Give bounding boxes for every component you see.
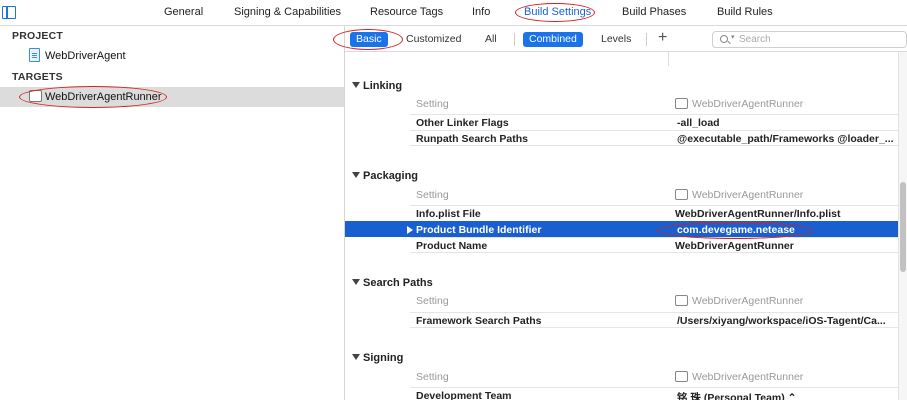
setting-value[interactable]: WebDriverAgentRunner/Info.plist bbox=[675, 208, 895, 220]
setting-row-product-bundle-identifier[interactable]: Product Bundle Identifier com.devegame.n… bbox=[345, 221, 898, 237]
project-section-header: PROJECT bbox=[12, 30, 63, 42]
annotation-circle-basic bbox=[333, 29, 403, 50]
setting-column-header: Setting bbox=[416, 295, 449, 307]
project-item-label: WebDriverAgent bbox=[45, 50, 126, 62]
scrollbar-thumb[interactable] bbox=[900, 182, 906, 272]
section-signing-title: Signing bbox=[363, 352, 404, 364]
setting-value[interactable]: WebDriverAgentRunner bbox=[675, 240, 895, 252]
target-folder-icon bbox=[675, 189, 688, 200]
target-column-header: WebDriverAgentRunner bbox=[692, 295, 804, 307]
view-separator bbox=[646, 33, 647, 46]
target-folder-icon bbox=[675, 98, 688, 109]
setting-key: Product Bundle Identifier bbox=[416, 224, 542, 236]
signing-header-row: Setting WebDriverAgentRunner bbox=[410, 368, 898, 386]
annotation-circle-target bbox=[19, 86, 167, 108]
setting-key: Runpath Search Paths bbox=[416, 133, 529, 145]
view-combined-button[interactable]: Combined bbox=[523, 32, 583, 47]
setting-value[interactable]: @executable_path/Frameworks @loader_... bbox=[677, 133, 897, 145]
filter-all-button[interactable]: All bbox=[485, 32, 497, 47]
team-popup-button[interactable]: 铭 珠 (Personal Team) ⌃ bbox=[677, 390, 897, 400]
search-icon bbox=[720, 35, 728, 43]
setting-column-header: Setting bbox=[416, 98, 449, 110]
setting-value[interactable]: -all_load bbox=[677, 117, 897, 129]
project-navigator: PROJECT WebDriverAgent TARGETS WebDriver… bbox=[0, 26, 345, 400]
target-folder-icon bbox=[675, 371, 688, 382]
setting-key: Product Name bbox=[416, 240, 488, 252]
target-column-header: WebDriverAgentRunner bbox=[692, 189, 804, 201]
setting-row-product-name[interactable]: Product Name WebDriverAgentRunner bbox=[410, 237, 898, 253]
section-signing[interactable]: Signing bbox=[352, 352, 403, 364]
column-divider bbox=[668, 52, 669, 66]
disclosure-triangle-icon bbox=[352, 279, 360, 285]
vertical-scrollbar[interactable] bbox=[898, 52, 907, 400]
section-packaging-title: Packaging bbox=[363, 170, 419, 182]
section-search-paths-title: Search Paths bbox=[363, 277, 433, 289]
disclosure-triangle-icon bbox=[352, 354, 360, 360]
setting-key: Framework Search Paths bbox=[416, 315, 542, 327]
section-search-paths[interactable]: Search Paths bbox=[352, 277, 433, 289]
tab-resource-tags[interactable]: Resource Tags bbox=[370, 6, 443, 18]
section-packaging[interactable]: Packaging bbox=[352, 170, 418, 182]
filter-customized-button[interactable]: Customized bbox=[406, 32, 461, 47]
add-setting-button[interactable]: + bbox=[658, 29, 667, 47]
search-field[interactable]: ▾ Search bbox=[712, 31, 907, 48]
setting-row-framework-search-paths[interactable]: Framework Search Paths /Users/xiyang/wor… bbox=[410, 312, 898, 328]
setting-row-runpath-search-paths[interactable]: Runpath Search Paths @executable_path/Fr… bbox=[410, 130, 898, 146]
section-linking-title: Linking bbox=[363, 80, 403, 92]
tab-general[interactable]: General bbox=[164, 6, 203, 18]
annotation-circle-build-settings bbox=[515, 3, 595, 22]
search-placeholder: Search bbox=[739, 34, 771, 45]
setting-key: Info.plist File bbox=[416, 208, 481, 220]
chevron-down-icon: ▾ bbox=[731, 34, 735, 41]
tab-signing-capabilities[interactable]: Signing & Capabilities bbox=[234, 6, 341, 18]
setting-value[interactable]: /Users/xiyang/workspace/iOS-Tagent/Ca... bbox=[677, 315, 897, 327]
filter-separator bbox=[514, 33, 515, 46]
tab-build-rules[interactable]: Build Rules bbox=[717, 6, 773, 18]
setting-row-development-team[interactable]: Development Team 铭 珠 (Personal Team) ⌃ bbox=[410, 387, 898, 400]
target-column-header: WebDriverAgentRunner bbox=[692, 98, 804, 110]
tab-info[interactable]: Info bbox=[472, 6, 490, 18]
project-item-webdriveragent[interactable]: WebDriverAgent bbox=[0, 46, 344, 66]
disclosure-triangle-icon bbox=[352, 172, 360, 178]
setting-key: Other Linker Flags bbox=[416, 117, 509, 129]
setting-key: Development Team bbox=[416, 390, 512, 400]
xcode-project-icon bbox=[29, 48, 40, 62]
setting-column-header: Setting bbox=[416, 371, 449, 383]
linking-header-row: Setting WebDriverAgentRunner bbox=[410, 95, 898, 113]
editor-tab-bar: General Signing & Capabilities Resource … bbox=[0, 0, 907, 26]
packaging-header-row: Setting WebDriverAgentRunner bbox=[410, 186, 898, 204]
view-levels-button[interactable]: Levels bbox=[601, 32, 631, 47]
disclosure-arrow-icon[interactable] bbox=[407, 226, 413, 234]
disclosure-triangle-icon bbox=[352, 82, 360, 88]
target-column-header: WebDriverAgentRunner bbox=[692, 371, 804, 383]
section-linking[interactable]: Linking bbox=[352, 80, 402, 92]
targets-section-header: TARGETS bbox=[12, 71, 63, 83]
tab-build-phases[interactable]: Build Phases bbox=[622, 6, 686, 18]
setting-row-info-plist-file[interactable]: Info.plist File WebDriverAgentRunner/Inf… bbox=[410, 205, 898, 221]
search-paths-header-row: Setting WebDriverAgentRunner bbox=[410, 292, 898, 310]
annotation-circle-bundle-id bbox=[657, 222, 813, 239]
setting-column-header: Setting bbox=[416, 189, 449, 201]
target-folder-icon bbox=[675, 295, 688, 306]
build-settings-filter-bar: Basic Customized All Combined Levels + ▾… bbox=[345, 26, 907, 52]
sidebar-toggle-icon[interactable] bbox=[2, 6, 16, 19]
build-settings-list: Linking Setting WebDriverAgentRunner Oth… bbox=[345, 52, 907, 400]
setting-row-other-linker-flags[interactable]: Other Linker Flags -all_load bbox=[410, 114, 898, 130]
